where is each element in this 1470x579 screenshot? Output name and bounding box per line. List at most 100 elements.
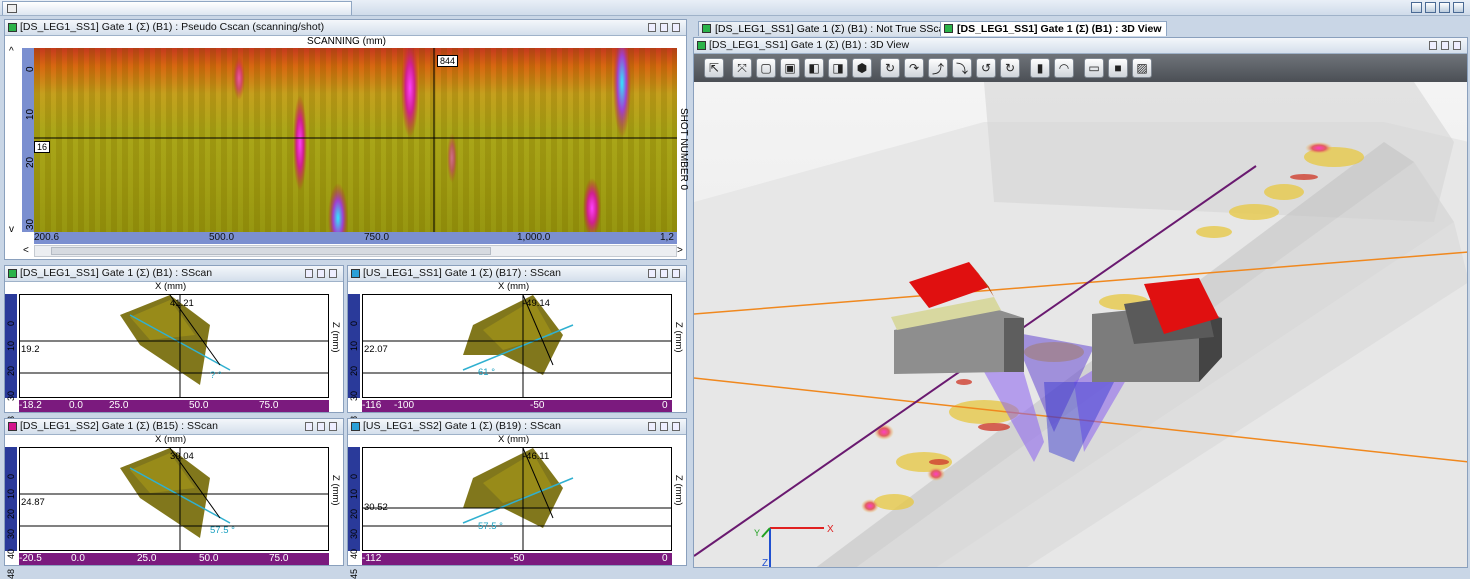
shade-icon[interactable]: ◠ <box>1054 58 1074 78</box>
pin-icon[interactable] <box>672 269 680 278</box>
tab-3d-view[interactable]: [DS_LEG1_SS1] Gate 1 (Σ) (B1) : 3D View <box>940 21 1167 36</box>
restore-icon[interactable] <box>660 269 668 278</box>
gate-indicator-icon <box>8 269 17 278</box>
sscan-panel: [US_LEG1_SS2] Gate 1 (Σ) (B19) : SScan 0… <box>347 418 698 579</box>
sscan-panel: [US_LEG1_SS1] Gate 1 (Σ) (B17) : SScan 0… <box>347 265 698 426</box>
sscan-image[interactable] <box>362 447 672 551</box>
cscan-cursor-x-readout: 844 <box>437 55 459 67</box>
pin-icon[interactable] <box>329 269 337 278</box>
view-front-icon[interactable]: ▢ <box>756 58 776 78</box>
restore-icon[interactable] <box>660 23 668 32</box>
restore-icon[interactable] <box>1441 41 1449 50</box>
rotate-down-icon[interactable]: ⤵ <box>952 58 972 78</box>
gate-indicator-icon <box>8 422 17 431</box>
sscan-h-ruler: -20.5 0.0 25.0 50.0 75.0 10 <box>19 553 342 565</box>
axis-z-label: Z <box>762 558 768 568</box>
cscan-y-label: SHOT NUMBER 0 <box>678 108 689 191</box>
db-icon[interactable] <box>1429 41 1437 50</box>
sscan-fan <box>20 295 328 397</box>
axis-y-label: Y <box>754 528 760 538</box>
pin-icon[interactable] <box>672 23 680 32</box>
sscan-h-tick: -116 <box>362 400 382 411</box>
rotate-up-icon[interactable]: ⤴ <box>928 58 948 78</box>
sscan-v-tick: 10 <box>6 340 16 351</box>
db-icon[interactable] <box>648 23 656 32</box>
sscan-z-label: Z (mm) <box>330 322 341 353</box>
db-icon[interactable] <box>648 269 656 278</box>
sscan-z-value: 30.52 <box>364 502 388 513</box>
minimize-icon[interactable] <box>1439 2 1450 13</box>
scroll-left-icon[interactable]: < <box>23 245 29 256</box>
sscan-v-tick: 0 <box>349 320 359 326</box>
sscan-image[interactable] <box>19 294 329 398</box>
cscan-panel: [DS_LEG1_SS1] Gate 1 (Σ) (B1) : Pseudo C… <box>4 19 689 260</box>
sscan-h-tick: 0.0 <box>71 553 85 564</box>
view-iso-icon[interactable]: ⬢ <box>852 58 872 78</box>
sscan-image[interactable] <box>19 447 329 551</box>
sscan-h-ruler: -116-100-5001 <box>362 400 698 412</box>
db-icon[interactable] <box>305 422 313 431</box>
scroll-down-icon[interactable]: v <box>9 224 14 235</box>
scroll-up-icon[interactable]: ^ <box>9 46 14 57</box>
sscan-v-tick: 20 <box>6 365 16 376</box>
sscan-v-tick: 20 <box>349 365 359 376</box>
sscan-x-label: X (mm) <box>155 281 187 292</box>
rotate-left-icon[interactable]: ↻ <box>880 58 900 78</box>
close-icon[interactable] <box>1453 2 1464 13</box>
sscan-angle: ? ° <box>210 370 222 381</box>
sscan-angle: 57.5 ° <box>478 521 503 532</box>
rotate-right-icon[interactable]: ↷ <box>904 58 924 78</box>
sscan-v-tick: 40 <box>349 548 359 559</box>
cscan-x-label: SCANNING (mm) <box>307 36 386 47</box>
sscan-v-tick: 0 <box>349 473 359 479</box>
view3d-scene[interactable]: X Z Y <box>694 82 1468 568</box>
hatch-icon[interactable]: ▨ <box>1132 58 1152 78</box>
sscan-h-tick: 75.0 <box>269 553 289 564</box>
cscan-image[interactable]: 844 <box>34 48 677 232</box>
select-tool-icon[interactable]: ⇱ <box>704 58 724 78</box>
cscan-cursor-y-readout: 16 <box>34 141 51 153</box>
cscan-y-ruler <box>22 48 34 232</box>
sscan-title-bar: [DS_LEG1_SS2] Gate 1 (Σ) (B15) : SScan <box>5 419 343 435</box>
layout-tab[interactable] <box>2 1 352 15</box>
sscan-h-tick: -50 <box>510 553 525 564</box>
gate-indicator-icon <box>702 24 711 33</box>
fit-view-icon[interactable]: ⤧ <box>732 58 752 78</box>
view-left-icon[interactable]: ◧ <box>804 58 824 78</box>
pin-icon[interactable] <box>672 422 680 431</box>
app-top-bar <box>0 0 1470 16</box>
tab-label: [DS_LEG1_SS1] Gate 1 (Σ) (B1) : Not True… <box>715 23 951 35</box>
sscan-fan <box>363 448 671 550</box>
sscan-image[interactable] <box>362 294 672 398</box>
cascade-icon[interactable] <box>1425 2 1436 13</box>
sscan-h-tick: -20.5 <box>19 553 42 564</box>
cut-plane-icon[interactable]: ▮ <box>1030 58 1050 78</box>
restore-icon[interactable] <box>317 269 325 278</box>
sscan-h-tick: 10 <box>331 400 343 411</box>
gate-indicator-icon <box>697 41 706 50</box>
tab-label: [DS_LEG1_SS1] Gate 1 (Σ) (B1) : 3D View <box>957 23 1162 35</box>
cscan-h-scrollbar[interactable] <box>34 245 677 257</box>
db-icon[interactable] <box>305 269 313 278</box>
pin-icon[interactable] <box>1453 41 1461 50</box>
sscan-h-tick: 25.0 <box>137 553 157 564</box>
pin-icon[interactable] <box>329 422 337 431</box>
sscan-x-value: 39.04 <box>170 451 194 462</box>
scrollbar-thumb[interactable] <box>51 247 491 255</box>
wireframe-icon[interactable]: ▭ <box>1084 58 1104 78</box>
scroll-right-icon[interactable]: > <box>677 245 683 256</box>
sscan-v-tick: 30 <box>6 390 16 401</box>
db-icon[interactable] <box>648 422 656 431</box>
solid-icon[interactable]: ■ <box>1108 58 1128 78</box>
sscan-v-tick: 10 <box>349 340 359 351</box>
sscan-h-tick: -100 <box>394 400 415 411</box>
tile-icon[interactable] <box>1411 2 1422 13</box>
restore-icon[interactable] <box>317 422 325 431</box>
tab-not-true-sscan[interactable]: [DS_LEG1_SS1] Gate 1 (Σ) (B1) : Not True… <box>698 21 956 36</box>
sscan-h-tick: 0 <box>662 400 668 411</box>
view-back-icon[interactable]: ▣ <box>780 58 800 78</box>
rotate-cw-icon[interactable]: ↻ <box>1000 58 1020 78</box>
restore-icon[interactable] <box>660 422 668 431</box>
view-right-icon[interactable]: ◨ <box>828 58 848 78</box>
rotate-ccw-icon[interactable]: ↺ <box>976 58 996 78</box>
